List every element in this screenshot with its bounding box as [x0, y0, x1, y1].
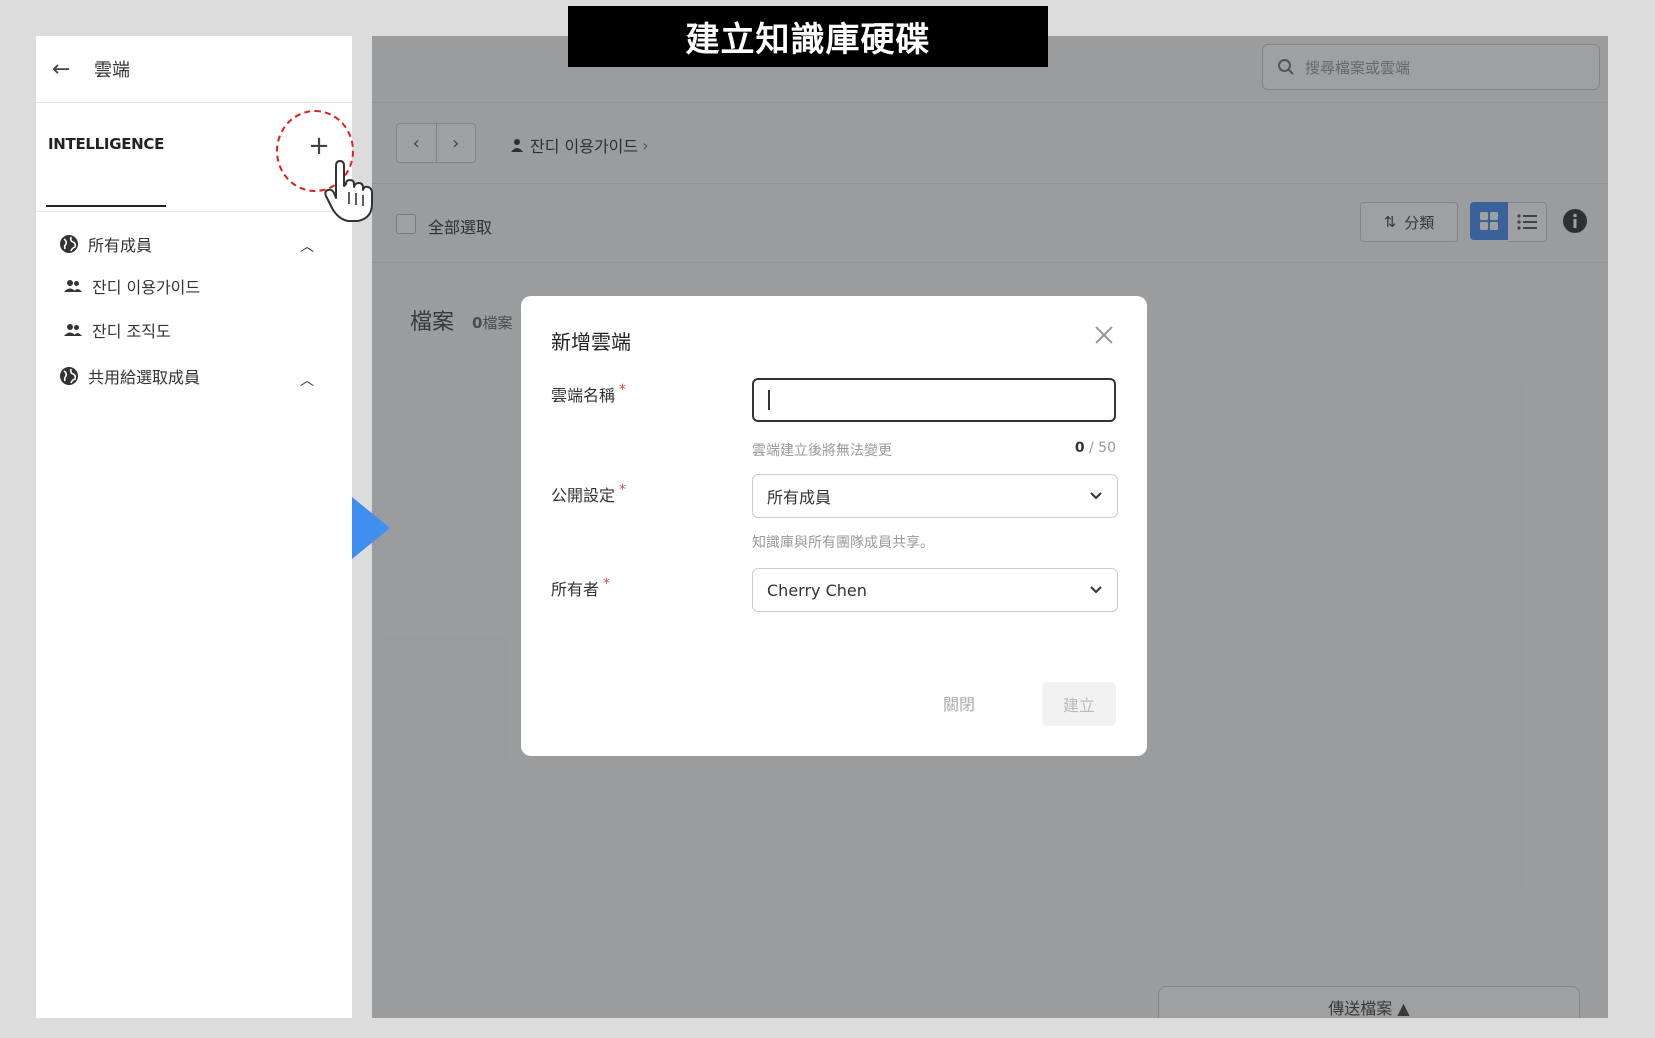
tab-intelligence[interactable]: INTELLIGENCE — [48, 135, 164, 153]
required-mark: * — [619, 482, 627, 498]
owner-label-text: 所有者 — [551, 580, 600, 599]
chevron-up-icon[interactable]: ︿ — [300, 370, 314, 390]
visibility-value: 所有成員 — [767, 488, 832, 507]
sidebar-item-jandi-org[interactable]: 잔디 조직도 — [62, 316, 171, 344]
globe-icon — [58, 365, 80, 387]
visibility-label-text: 公開設定 — [551, 486, 616, 505]
char-max: / 50 — [1089, 440, 1116, 456]
create-button[interactable]: 建立 — [1042, 682, 1116, 726]
banner-title: 建立知識庫硬碟 — [685, 20, 931, 60]
chevron-up-icon[interactable]: ︿ — [300, 236, 314, 256]
sidebar-header: ← 雲端 — [36, 36, 352, 103]
visibility-help: 知識庫與所有團隊成員共享。 — [752, 535, 934, 551]
arrow-left-icon[interactable]: ← — [52, 57, 82, 82]
drive-name-help: 雲端建立後將無法變更 — [752, 443, 892, 459]
dialog-title: 新增雲端 — [551, 330, 631, 354]
visibility-label: 公開設定 * — [551, 482, 626, 506]
owner-select[interactable]: Cherry Chen — [752, 568, 1118, 612]
sidebar-item-label: 잔디 이용가이드 — [92, 278, 201, 297]
char-count: 0 — [1074, 440, 1085, 456]
sidebar-item-shared-selected[interactable]: 共用給選取成員 — [58, 362, 200, 390]
required-mark: * — [603, 576, 611, 592]
sidebar-item-label: 共用給選取成員 — [88, 368, 201, 387]
new-drive-dialog: 新增雲端 雲端名稱 * 雲端建立後將無法變更 0 / 50 公開設定 * 所有成員 … — [521, 296, 1147, 756]
chevron-down-icon — [1090, 586, 1102, 594]
cancel-button[interactable]: 關閉 — [919, 682, 999, 724]
required-mark: * — [619, 382, 627, 398]
sidebar-item-all-members[interactable]: 所有成員 — [58, 230, 152, 258]
sidebar-item-label: 所有成員 — [88, 236, 153, 255]
people-icon — [62, 319, 84, 341]
title-banner: 建立知識庫硬碟 — [568, 6, 1048, 67]
globe-icon — [58, 233, 80, 255]
owner-label: 所有者 * — [551, 576, 610, 600]
owner-value: Cherry Chen — [767, 580, 867, 600]
drive-name-input[interactable] — [752, 378, 1116, 422]
sidebar-item-label: 잔디 조직도 — [92, 322, 171, 341]
chevron-down-icon — [1090, 492, 1102, 500]
visibility-select[interactable]: 所有成員 — [752, 474, 1118, 518]
active-tab-indicator — [46, 205, 166, 207]
drive-name-label-text: 雲端名稱 — [551, 386, 616, 405]
sidebar-title: 雲端 — [94, 60, 130, 81]
pointer-hand-icon — [324, 160, 373, 222]
close-icon[interactable] — [1091, 322, 1117, 348]
step-arrow-icon — [352, 497, 390, 559]
sidebar-item-jandi-guide[interactable]: 잔디 이용가이드 — [62, 272, 200, 300]
drive-name-counter: 0 / 50 — [1041, 440, 1116, 456]
people-icon — [62, 275, 84, 297]
drive-name-label: 雲端名稱 * — [551, 382, 626, 406]
text-caret — [768, 390, 770, 410]
